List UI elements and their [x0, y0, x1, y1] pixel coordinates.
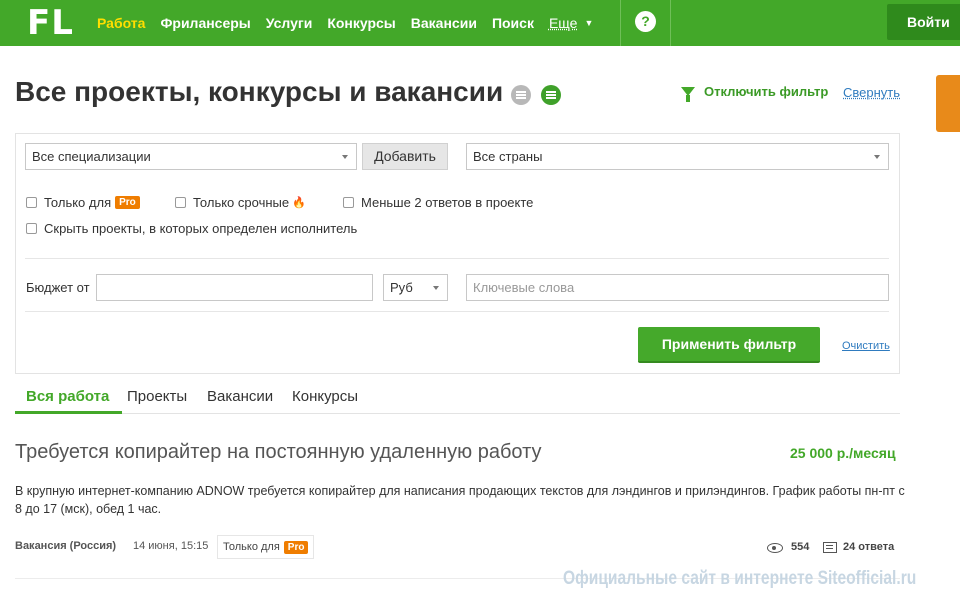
urgent-label: Только срочные — [193, 195, 290, 210]
only-pro-tag-label: Только для — [223, 541, 280, 553]
divider — [25, 258, 889, 259]
only-pro-checkbox[interactable]: Только для Pro — [26, 195, 140, 210]
main-nav: Работа Фрилансеры Услуги Конкурсы Ваканс… — [97, 0, 593, 46]
project-type: Вакансия (Россия) — [15, 540, 117, 552]
side-feedback-tab[interactable] — [936, 75, 960, 132]
divider — [670, 0, 671, 46]
filter-icon — [681, 87, 695, 102]
page-title: Все проекты, конкурсы и вакансии — [15, 76, 504, 107]
chevron-down-icon — [342, 155, 348, 159]
budget-input[interactable] — [96, 274, 373, 301]
nav-work[interactable]: Работа — [97, 15, 145, 31]
pro-badge: Pro — [283, 540, 309, 554]
nav-search[interactable]: Поиск — [492, 15, 534, 31]
country-select[interactable]: Все страны — [466, 143, 889, 170]
currency-value: Руб — [390, 280, 413, 295]
nav-contests[interactable]: Конкурсы — [327, 15, 395, 31]
country-value: Все страны — [473, 149, 543, 164]
tab-vacancies[interactable]: Вакансии — [207, 388, 273, 405]
project-title-link[interactable]: Требуется копирайтер на постоянную удале… — [15, 441, 542, 464]
top-navbar: FL Работа Фрилансеры Услуги Конкурсы Вак… — [0, 0, 960, 46]
fl-logo[interactable]: FL — [27, 3, 74, 43]
only-pro-label: Только для — [44, 195, 112, 210]
tab-contests[interactable]: Конкурсы — [292, 388, 358, 405]
add-specialization-button[interactable]: Добавить — [362, 143, 448, 170]
rss-icon[interactable] — [541, 85, 561, 105]
tab-projects[interactable]: Проекты — [127, 388, 187, 405]
keywords-input[interactable]: Ключевые слова — [466, 274, 889, 301]
chevron-down-icon: ▼ — [584, 18, 594, 28]
checkbox-box[interactable] — [175, 197, 186, 208]
checkbox-box[interactable] — [26, 223, 37, 234]
specialization-value: Все специализации — [32, 149, 151, 164]
less-answers-label: Меньше 2 ответов в проекте — [361, 195, 534, 210]
disable-filter-label: Отключить фильтр — [704, 84, 829, 99]
chevron-down-icon — [874, 155, 880, 159]
project-tabs: Вся работа Проекты Вакансии Конкурсы — [15, 380, 900, 414]
active-tab-indicator — [15, 411, 122, 414]
chevron-down-icon — [433, 286, 439, 290]
urgent-checkbox[interactable]: Только срочные 🔥 — [175, 195, 306, 210]
nav-more[interactable]: Еще — [549, 15, 578, 31]
project-price: 25 000 р./месяц — [790, 445, 896, 461]
nav-freelancers[interactable]: Фрилансеры — [160, 15, 250, 31]
nav-services[interactable]: Услуги — [266, 15, 313, 31]
less-answers-checkbox[interactable]: Меньше 2 ответов в проекте — [343, 195, 533, 210]
collapse-link[interactable]: Свернуть — [843, 85, 900, 100]
project-description: В крупную интернет-компанию ADNOW требуе… — [15, 484, 905, 516]
divider — [25, 311, 889, 312]
only-pro-tag: Только для Pro — [217, 535, 315, 559]
comment-icon — [823, 542, 837, 553]
hide-assigned-label: Скрыть проекты, в которых определен испо… — [44, 221, 358, 236]
apply-filter-button[interactable]: Применить фильтр — [638, 327, 820, 363]
pro-badge: Pro — [115, 196, 140, 209]
tab-all-work[interactable]: Вся работа — [26, 388, 109, 405]
divider — [620, 0, 621, 46]
clear-link[interactable]: Очистить — [842, 340, 890, 352]
checkbox-box[interactable] — [343, 197, 354, 208]
help-icon[interactable]: ? — [635, 11, 656, 32]
eye-icon — [767, 543, 783, 553]
list-icon[interactable] — [511, 85, 531, 105]
fire-icon: 🔥 — [292, 197, 306, 209]
currency-select[interactable]: Руб — [383, 274, 448, 301]
login-button[interactable]: Войти — [887, 4, 960, 40]
disable-filter-link[interactable]: Отключить фильтр — [681, 84, 829, 102]
hide-assigned-checkbox[interactable]: Скрыть проекты, в которых определен испо… — [26, 221, 357, 236]
budget-label: Бюджет от — [26, 280, 90, 295]
views-count: 554 — [791, 541, 810, 553]
project-date: 14 июня, 15:15 — [133, 540, 209, 552]
specialization-select[interactable]: Все специализации — [25, 143, 357, 170]
watermark: Официальные сайт в интернете Siteofficia… — [563, 568, 917, 589]
answers-link[interactable]: 24 ответа — [843, 541, 894, 553]
checkbox-box[interactable] — [26, 197, 37, 208]
nav-vacancies[interactable]: Вакансии — [411, 15, 477, 31]
